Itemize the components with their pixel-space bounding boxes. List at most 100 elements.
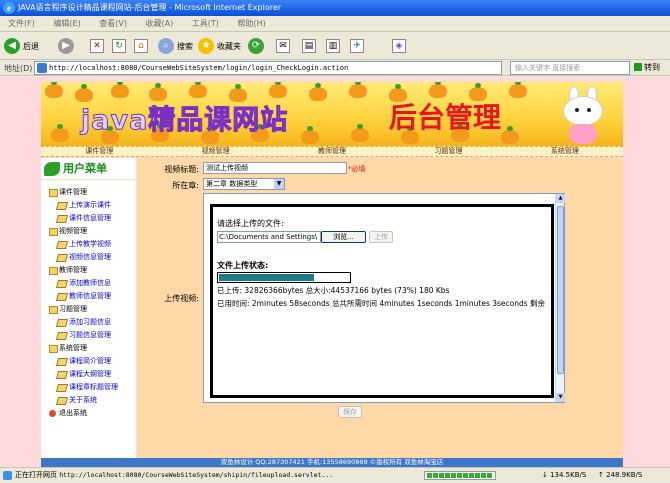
- tree-group-exercise[interactable]: 习题管理: [49, 303, 136, 316]
- quick-search-input[interactable]: 输入关键字 直接搜索: [510, 61, 630, 75]
- menu-help[interactable]: 帮助(H): [237, 16, 265, 32]
- status-text: 正在打开网页: [15, 471, 60, 479]
- tree-group-system[interactable]: 系统管理: [49, 342, 136, 355]
- tree-group-video[interactable]: 视频管理: [49, 225, 136, 238]
- status-bar: 正在打开网页 http://localhost:8080/CourseWebSi…: [0, 467, 670, 483]
- scroll-up-icon[interactable]: ▲: [556, 194, 565, 203]
- banner-title-java: java精品课网站: [80, 105, 289, 137]
- edit-button[interactable]: ▥: [326, 36, 340, 56]
- tree-item-course-intro[interactable]: 课程简介管理: [49, 355, 136, 368]
- tree-item-add-exercise[interactable]: 添加习题信息: [49, 316, 136, 329]
- address-input[interactable]: http://localhost:8080/CourseWebSiteSyste…: [34, 61, 502, 75]
- bunny-mascot-icon: [559, 86, 609, 144]
- tree-item-course-outline[interactable]: 课程大纲管理: [49, 368, 136, 381]
- menu-view[interactable]: 查看(V): [99, 16, 127, 32]
- forward-button[interactable]: ▶: [58, 36, 74, 56]
- mail-button[interactable]: ✉: [276, 36, 290, 56]
- menu-tools[interactable]: 工具(T): [192, 16, 219, 32]
- carrot-icon: [51, 124, 69, 142]
- toolbar: ◀ 后退 ▶ ✕ ↻ ⌂ ⌕ 搜索 ★ 收藏夹 ⟳ ✉ ▤ ▥ ✈ ◈: [0, 32, 670, 60]
- save-button[interactable]: 保存: [338, 406, 362, 418]
- vertical-scrollbar[interactable]: ▲ ▼: [555, 194, 565, 402]
- tree-item-courseware-manage[interactable]: 课件信息管理: [49, 212, 136, 225]
- carrot-icon: [45, 82, 63, 98]
- status-progress-segment: [445, 473, 450, 478]
- banner-title-admin: 后台管理: [389, 101, 502, 134]
- scroll-thumb[interactable]: [557, 206, 564, 374]
- browse-button[interactable]: 浏览...: [321, 231, 366, 243]
- messenger-icon: ✈: [350, 39, 364, 53]
- address-bar: 地址(D) http://localhost:8080/CourseWebSit…: [0, 60, 670, 76]
- time-elapsed-text: 已用时间: 2minutes 58seconds 总共所需时间 4minutes…: [217, 299, 546, 308]
- sidebar-title: 用户菜单: [63, 162, 107, 175]
- tree-item-upload-video[interactable]: 上传教学视频: [49, 238, 136, 251]
- menu-favorites[interactable]: 收藏(A): [146, 16, 174, 32]
- video-title-input[interactable]: 测试上传视频: [203, 162, 347, 174]
- upload-video-label: 上传视频:: [164, 294, 199, 303]
- nav-teacher[interactable]: 教师管理: [274, 147, 390, 156]
- go-button[interactable]: 转到: [634, 62, 668, 74]
- carrot-icon: [309, 83, 327, 101]
- upload-button[interactable]: 上传: [369, 231, 393, 243]
- tree-item-upload-courseware[interactable]: 上传演示课件: [49, 199, 136, 212]
- research-icon: ◈: [392, 39, 406, 53]
- required-mark: *必填: [348, 165, 366, 173]
- file-path-input[interactable]: C:\Documents and Settings\: [217, 231, 321, 243]
- tree-item-chapter-titles[interactable]: 课程章标题管理: [49, 381, 136, 394]
- refresh-button[interactable]: ↻: [112, 36, 126, 56]
- search-button[interactable]: ⌕ 搜索: [158, 36, 193, 56]
- nav-exercise[interactable]: 习题管理: [390, 147, 506, 156]
- nav-video[interactable]: 视频管理: [157, 147, 273, 156]
- upload-progress-fill: [219, 274, 314, 281]
- carrot-icon: [301, 126, 319, 144]
- tree-item-add-teacher[interactable]: 添加教师信息: [49, 277, 136, 290]
- research-button[interactable]: ◈: [392, 36, 406, 56]
- favorites-label: 收藏夹: [217, 41, 241, 51]
- history-icon: ⟳: [248, 38, 264, 54]
- tree-group-courseware[interactable]: 课件管理: [49, 186, 136, 199]
- window-title-bar: e JAVA语言程序设计精品课程网站-后台管理 - Microsoft Inte…: [0, 0, 670, 16]
- search-icon: ⌕: [158, 38, 174, 54]
- history-button[interactable]: ⟳: [248, 36, 264, 56]
- address-label: 地址(D): [4, 64, 33, 73]
- nav-system[interactable]: 系统管理: [507, 147, 623, 156]
- file-input: C:\Documents and Settings\ 浏览... 上传: [217, 231, 547, 243]
- tree-item-exit[interactable]: 退出系统: [49, 407, 136, 420]
- stop-button[interactable]: ✕: [90, 36, 104, 56]
- messenger-button[interactable]: ✈: [350, 36, 364, 56]
- page-icon: [37, 63, 47, 73]
- status-progress-segment: [451, 473, 456, 478]
- carrot-icon: [111, 82, 129, 98]
- download-speed-value: 134.5KB/S: [550, 471, 587, 479]
- nav-courseware[interactable]: 课件管理: [41, 147, 157, 156]
- chapter-select[interactable]: 第二章 数据类型 ▼: [203, 178, 285, 190]
- carrot-icon: [269, 82, 287, 98]
- page-footer: 双鱼林设计 QQ:287307421 手机:13558690869 ©版权所有 …: [41, 458, 623, 467]
- home-button[interactable]: ⌂: [134, 36, 148, 56]
- scroll-down-icon[interactable]: ▼: [556, 393, 565, 402]
- status-progress-segment: [457, 473, 462, 478]
- tree-item-video-manage[interactable]: 视频信息管理: [49, 251, 136, 264]
- upload-status-title: 文件上传状态:: [217, 261, 269, 270]
- carrot-icon: [189, 82, 207, 98]
- page-viewport: java精品课网站 后台管理 课件管理 视频管理 教师管理 习题管理 系统管理 …: [0, 77, 670, 467]
- edit-icon: ▥: [326, 39, 340, 53]
- status-progress-segment: [439, 473, 444, 478]
- tree-group-teacher[interactable]: 教师管理: [49, 264, 136, 277]
- carrot-icon: [501, 126, 519, 144]
- status-url: http://localhost:8080/CourseWebSiteSyste…: [59, 471, 334, 479]
- back-button[interactable]: ◀ 后退: [4, 36, 39, 56]
- carrot-icon: [349, 82, 367, 98]
- favorites-button[interactable]: ★ 收藏夹: [198, 36, 241, 56]
- tree-item-about[interactable]: 关于系统: [49, 394, 136, 407]
- tree-item-teacher-manage[interactable]: 教师信息管理: [49, 290, 136, 303]
- status-message: 正在打开网页 http://localhost:8080/CourseWebSi…: [15, 468, 333, 483]
- menu-edit[interactable]: 编辑(E): [53, 16, 80, 32]
- status-progress-segment: [487, 473, 492, 478]
- refresh-icon: ↻: [112, 39, 126, 53]
- menu-file[interactable]: 文件(F): [8, 16, 35, 32]
- print-button[interactable]: ▤: [302, 36, 316, 56]
- tree-item-exercise-manage[interactable]: 习题信息管理: [49, 329, 136, 342]
- star-icon: ★: [198, 38, 214, 54]
- forward-arrow-icon: ▶: [58, 38, 74, 54]
